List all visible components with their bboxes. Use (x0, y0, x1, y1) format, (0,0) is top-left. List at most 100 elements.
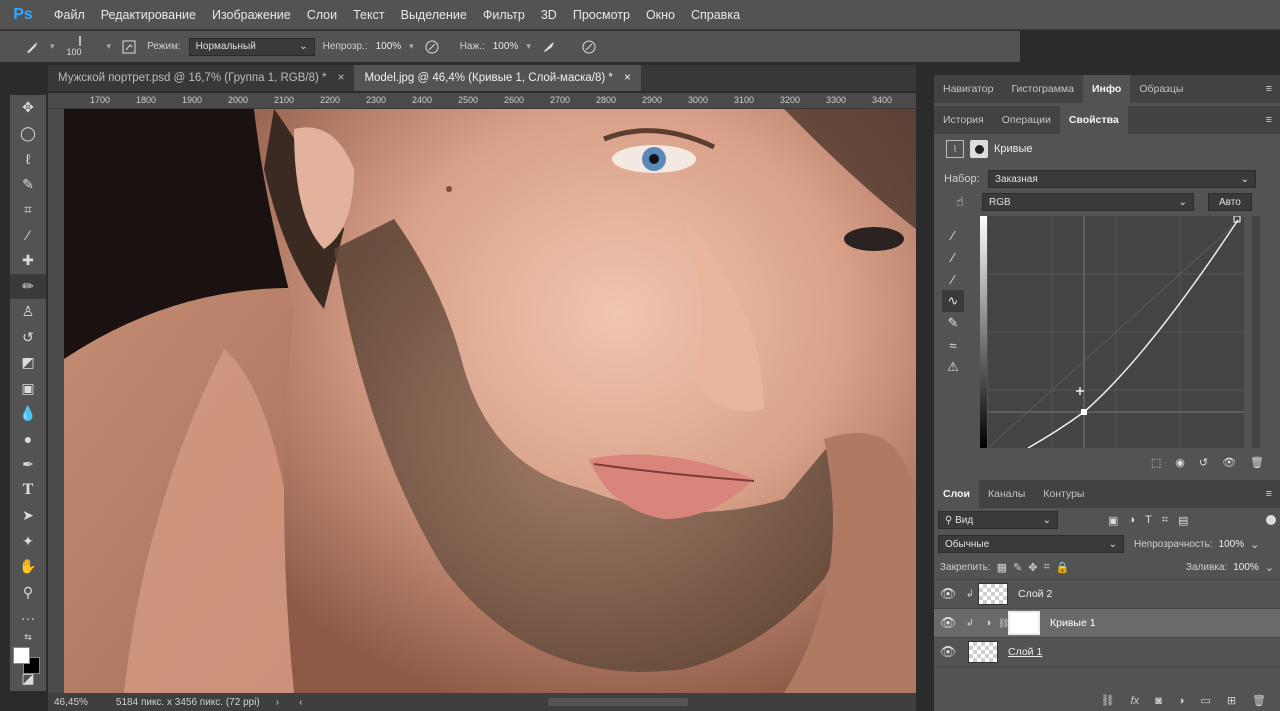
layer-filter-select[interactable]: ⚲ Вид ⌄ (938, 511, 1058, 529)
menu-3d[interactable]: 3D (533, 0, 565, 30)
tab-paths[interactable]: Контуры (1034, 480, 1093, 508)
new-layer-icon[interactable]: ⊞ (1227, 694, 1236, 707)
white-point-eyedropper-icon[interactable]: ⁄ (942, 268, 964, 290)
add-mask-icon[interactable]: ◙ (1155, 695, 1162, 707)
filter-type-icon[interactable]: T (1145, 514, 1152, 526)
filter-shape-icon[interactable]: ⌗ (1162, 514, 1168, 527)
tab-layers[interactable]: Слои (934, 480, 979, 508)
scroll-left-icon[interactable]: ‹ (299, 697, 302, 708)
mask-icon[interactable] (970, 140, 988, 158)
menu-image[interactable]: Изображение (204, 0, 299, 30)
pressure-dropdown-icon[interactable]: ▾ (526, 41, 531, 52)
filter-smart-icon[interactable]: ▤ (1178, 514, 1188, 527)
smooth-curve-icon[interactable]: ≈ (942, 334, 964, 356)
pencil-draw-icon[interactable]: ✎ (942, 312, 964, 334)
brush-preset-picker[interactable]: 100 (63, 34, 99, 60)
swap-colors-icon[interactable]: ⇆ (10, 631, 46, 645)
properties-scrollbar[interactable] (1252, 216, 1260, 448)
eyedropper-tool-icon[interactable]: ⁄ (10, 223, 46, 249)
close-icon[interactable]: × (338, 72, 345, 84)
auto-button[interactable]: Авто (1208, 193, 1252, 211)
path-select-tool-icon[interactable]: ➤ (10, 503, 46, 529)
filter-adjustment-icon[interactable]: ◑ (1128, 514, 1135, 526)
layer-name[interactable]: Слой 1 (1008, 646, 1042, 658)
pressure-input[interactable]: 100% (493, 41, 519, 52)
foreground-color-swatch[interactable] (13, 646, 30, 664)
new-adjustment-icon[interactable]: ◑ (1178, 695, 1185, 707)
eraser-tool-icon[interactable]: ◩ (10, 350, 46, 376)
hand-tool-icon[interactable]: ✋ (10, 554, 46, 580)
gradient-tool-icon[interactable]: ▣ (10, 376, 46, 402)
clipping-warning-icon[interactable]: ⚠ (942, 356, 964, 378)
fill-input[interactable]: 100% (1233, 562, 1259, 573)
reset-icon[interactable]: ↺ (1199, 456, 1208, 469)
new-group-icon[interactable]: ▭ (1200, 694, 1210, 707)
lock-all-icon[interactable]: 🔒 (1056, 561, 1070, 574)
layer-row-curves-1[interactable]: 👁 ↲ ◑ ⛓ Кривые 1 (934, 609, 1280, 638)
pen-tool-icon[interactable]: ✒ (10, 452, 46, 478)
tab-navigator[interactable]: Навигатор (934, 75, 1002, 103)
brush-panel-icon[interactable] (119, 37, 139, 57)
blend-mode-select[interactable]: Обычные ⌄ (938, 535, 1124, 553)
brush-tool-icon[interactable] (22, 37, 42, 57)
more-tools-icon[interactable]: ··· (10, 605, 46, 631)
horizontal-scrollbar[interactable] (548, 698, 689, 706)
menu-edit[interactable]: Редактирование (93, 0, 204, 30)
link-icon[interactable]: ⛓ (998, 618, 1009, 629)
opacity-input[interactable]: 100% (376, 41, 402, 52)
layer-name[interactable]: Кривые 1 (1050, 617, 1096, 629)
quick-mask-icon[interactable]: ◪ (10, 666, 46, 692)
healing-brush-tool-icon[interactable]: ✚ (10, 248, 46, 274)
preset-select[interactable]: Заказная ⌄ (988, 170, 1256, 188)
airbrush-icon[interactable] (539, 37, 559, 57)
link-layers-icon[interactable]: ⛓ (1101, 694, 1115, 707)
curves-graph[interactable] (988, 216, 1244, 448)
mode-select[interactable]: Нормальный ⌄ (188, 37, 315, 56)
delete-layer-icon[interactable]: 🗑 (1252, 694, 1266, 707)
curve-point-icon[interactable]: ∿ (942, 290, 964, 312)
tab-channels[interactable]: Каналы (979, 480, 1034, 508)
layer-row-layer-1[interactable]: 👁 Слой 1 (934, 638, 1280, 667)
visibility-eye-icon[interactable]: 👁 (934, 644, 962, 660)
lock-transparency-icon[interactable]: ▦ (997, 561, 1007, 574)
tab-histogram[interactable]: Гистограмма (1002, 75, 1083, 103)
channel-select[interactable]: RGB ⌄ (982, 193, 1194, 211)
menu-file[interactable]: Файл (46, 0, 93, 30)
size-pressure-icon[interactable] (579, 37, 599, 57)
menu-filter[interactable]: Фильтр (475, 0, 533, 30)
visibility-icon[interactable]: 👁 (1222, 456, 1236, 469)
menu-window[interactable]: Окно (638, 0, 683, 30)
chevron-down-icon[interactable]: ⌄ (1250, 538, 1259, 551)
tab-swatches[interactable]: Образцы (1130, 75, 1192, 103)
quick-select-tool-icon[interactable]: ✎ (10, 172, 46, 198)
opacity-pressure-icon[interactable] (422, 37, 442, 57)
zoom-level[interactable]: 46,45% (54, 697, 88, 708)
layer-name[interactable]: Слой 2 (1018, 588, 1052, 600)
menu-help[interactable]: Справка (683, 0, 748, 30)
blur-tool-icon[interactable]: 💧 (10, 401, 46, 427)
layer-mask-thumbnail[interactable] (1008, 611, 1040, 635)
layer-opacity-input[interactable]: 100% (1219, 539, 1245, 550)
shape-tool-icon[interactable]: ✦ (10, 529, 46, 555)
panel-menu-icon[interactable]: ≡ (1258, 106, 1280, 134)
lock-pixels-icon[interactable]: ✎ (1013, 561, 1022, 574)
type-tool-icon[interactable]: T (10, 478, 46, 504)
chevron-down-icon[interactable]: ⌄ (1265, 561, 1274, 574)
tab-portrait-psd[interactable]: Мужской портрет.psd @ 16,7% (Группа 1, R… (48, 65, 354, 91)
zoom-tool-icon[interactable]: ⚲ (10, 580, 46, 606)
dodge-tool-icon[interactable]: ● (10, 427, 46, 453)
layer-row-layer-2[interactable]: 👁 ↲ Слой 2 (934, 580, 1280, 609)
tab-actions[interactable]: Операции (993, 106, 1060, 134)
lock-artboard-icon[interactable]: ⌗ (1044, 561, 1050, 574)
menu-view[interactable]: Просмотр (565, 0, 638, 30)
menu-layers[interactable]: Слои (299, 0, 345, 30)
panel-menu-icon[interactable]: ≡ (1258, 75, 1280, 103)
tab-info[interactable]: Инфо (1082, 75, 1131, 103)
menu-text[interactable]: Текст (345, 0, 392, 30)
visibility-eye-icon[interactable]: 👁 (934, 586, 962, 602)
view-previous-icon[interactable]: ◉ (1175, 456, 1185, 469)
panel-menu-icon[interactable]: ≡ (1258, 480, 1280, 508)
clip-to-layer-icon[interactable]: ⬚ (1151, 456, 1161, 469)
target-adjust-icon[interactable]: ☝ (944, 191, 976, 213)
tab-properties[interactable]: Свойства (1059, 106, 1128, 134)
